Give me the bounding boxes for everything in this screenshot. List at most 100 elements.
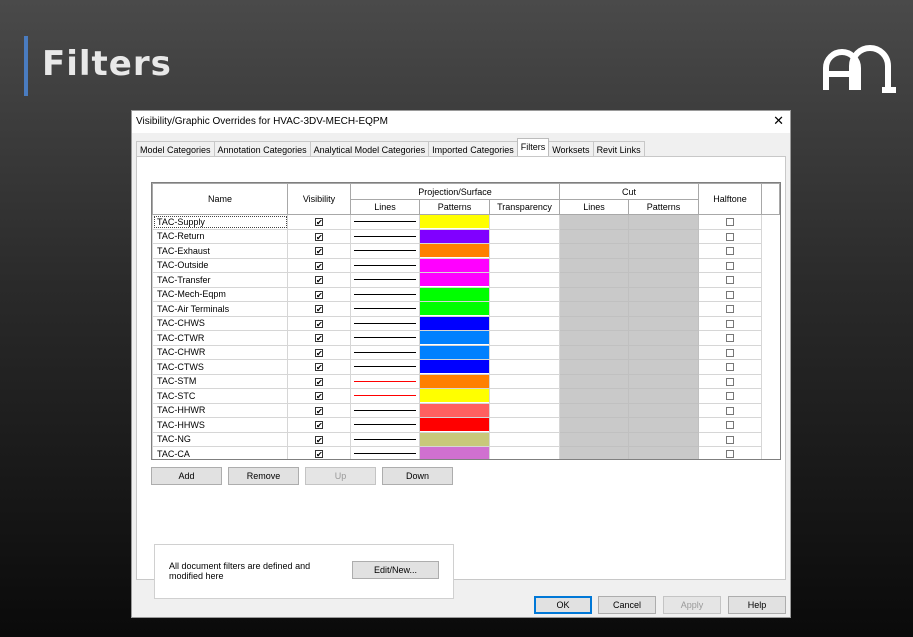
- filter-row[interactable]: TAC-NG ✔: [152, 431, 780, 447]
- transparency-cell[interactable]: [489, 417, 560, 433]
- transparency-cell[interactable]: [489, 228, 560, 244]
- halftone-checkbox[interactable]: [698, 228, 762, 244]
- help-button[interactable]: Help: [728, 596, 786, 614]
- transparency-cell[interactable]: [489, 272, 560, 288]
- halftone-check-icon[interactable]: [726, 232, 734, 241]
- apply-button[interactable]: Apply: [663, 596, 721, 614]
- halftone-checkbox[interactable]: [698, 344, 762, 360]
- halftone-check-icon[interactable]: [726, 435, 734, 444]
- projection-lines-cell[interactable]: [350, 402, 420, 418]
- halftone-check-icon[interactable]: [726, 421, 734, 430]
- halftone-check-icon[interactable]: [726, 305, 734, 314]
- projection-lines-cell[interactable]: [350, 272, 420, 288]
- filter-name[interactable]: TAC-CHWR: [152, 344, 288, 360]
- transparency-cell[interactable]: [489, 330, 560, 346]
- projection-patterns-cell[interactable]: [419, 431, 490, 447]
- projection-patterns-cell[interactable]: [419, 257, 490, 273]
- tab-filters[interactable]: Filters: [516, 138, 550, 157]
- transparency-cell[interactable]: [489, 214, 560, 230]
- filter-name[interactable]: TAC-STM: [152, 373, 288, 389]
- filter-name[interactable]: TAC-CTWS: [152, 359, 288, 375]
- halftone-checkbox[interactable]: [698, 272, 762, 288]
- halftone-check-icon[interactable]: [726, 392, 734, 401]
- visibility-check-icon[interactable]: ✔: [315, 290, 323, 299]
- visibility-check-icon[interactable]: ✔: [315, 435, 323, 444]
- transparency-cell[interactable]: [489, 373, 560, 389]
- projection-patterns-cell[interactable]: [419, 243, 490, 259]
- halftone-check-icon[interactable]: [726, 319, 734, 328]
- header-visibility[interactable]: Visibility: [287, 183, 351, 215]
- close-icon[interactable]: ✕: [773, 113, 784, 129]
- filter-name[interactable]: TAC-Air Terminals: [152, 301, 288, 317]
- projection-patterns-cell[interactable]: [419, 228, 490, 244]
- transparency-cell[interactable]: [489, 286, 560, 302]
- halftone-checkbox[interactable]: [698, 388, 762, 404]
- visibility-check-icon[interactable]: ✔: [315, 232, 323, 241]
- visibility-checkbox[interactable]: ✔: [287, 315, 351, 331]
- filter-row[interactable]: TAC-CHWS ✔: [152, 315, 780, 331]
- projection-lines-cell[interactable]: [350, 301, 420, 317]
- projection-lines-cell[interactable]: [350, 286, 420, 302]
- projection-patterns-cell[interactable]: [419, 214, 490, 230]
- visibility-checkbox[interactable]: ✔: [287, 431, 351, 447]
- filter-name[interactable]: TAC-CTWR: [152, 330, 288, 346]
- halftone-checkbox[interactable]: [698, 373, 762, 389]
- filter-row[interactable]: TAC-CTWS ✔: [152, 359, 780, 375]
- halftone-checkbox[interactable]: [698, 417, 762, 433]
- filter-row[interactable]: TAC-Outside ✔: [152, 257, 780, 273]
- visibility-checkbox[interactable]: ✔: [287, 272, 351, 288]
- halftone-check-icon[interactable]: [726, 377, 734, 386]
- visibility-check-icon[interactable]: ✔: [315, 218, 323, 227]
- projection-patterns-cell[interactable]: [419, 402, 490, 418]
- visibility-check-icon[interactable]: ✔: [315, 348, 323, 357]
- projection-lines-cell[interactable]: [350, 243, 420, 259]
- projection-lines-cell[interactable]: [350, 431, 420, 447]
- projection-lines-cell[interactable]: [350, 359, 420, 375]
- visibility-checkbox[interactable]: ✔: [287, 344, 351, 360]
- visibility-checkbox[interactable]: ✔: [287, 402, 351, 418]
- visibility-checkbox[interactable]: ✔: [287, 243, 351, 259]
- projection-lines-cell[interactable]: [350, 446, 420, 459]
- transparency-cell[interactable]: [489, 359, 560, 375]
- filter-row[interactable]: TAC-CTWR ✔: [152, 330, 780, 346]
- transparency-cell[interactable]: [489, 388, 560, 404]
- header-name[interactable]: Name: [152, 183, 288, 215]
- projection-patterns-cell[interactable]: [419, 359, 490, 375]
- filter-name[interactable]: TAC-CHWS: [152, 315, 288, 331]
- projection-lines-cell[interactable]: [350, 315, 420, 331]
- projection-lines-cell[interactable]: [350, 214, 420, 230]
- visibility-check-icon[interactable]: ✔: [315, 421, 323, 430]
- filter-name[interactable]: TAC-Mech-Eqpm: [152, 286, 288, 302]
- filter-row[interactable]: TAC-CHWR ✔: [152, 344, 780, 360]
- projection-lines-cell[interactable]: [350, 330, 420, 346]
- visibility-check-icon[interactable]: ✔: [315, 392, 323, 401]
- filter-name[interactable]: TAC-Transfer: [152, 272, 288, 288]
- transparency-cell[interactable]: [489, 402, 560, 418]
- transparency-cell[interactable]: [489, 301, 560, 317]
- halftone-check-icon[interactable]: [726, 276, 734, 285]
- projection-lines-cell[interactable]: [350, 228, 420, 244]
- cancel-button[interactable]: Cancel: [598, 596, 656, 614]
- halftone-check-icon[interactable]: [726, 247, 734, 256]
- visibility-check-icon[interactable]: ✔: [315, 276, 323, 285]
- projection-patterns-cell[interactable]: [419, 417, 490, 433]
- filter-row[interactable]: TAC-STC ✔: [152, 388, 780, 404]
- visibility-check-icon[interactable]: ✔: [315, 334, 323, 343]
- halftone-checkbox[interactable]: [698, 359, 762, 375]
- visibility-check-icon[interactable]: ✔: [315, 406, 323, 415]
- edit-new-button[interactable]: Edit/New...: [352, 561, 439, 579]
- halftone-checkbox[interactable]: [698, 315, 762, 331]
- filter-row[interactable]: TAC-Air Terminals ✔: [152, 301, 780, 317]
- transparency-cell[interactable]: [489, 344, 560, 360]
- projection-patterns-cell[interactable]: [419, 344, 490, 360]
- transparency-cell[interactable]: [489, 315, 560, 331]
- halftone-check-icon[interactable]: [726, 450, 734, 459]
- visibility-checkbox[interactable]: ✔: [287, 417, 351, 433]
- filter-name[interactable]: TAC-HHWS: [152, 417, 288, 433]
- filter-name[interactable]: TAC-Exhaust: [152, 243, 288, 259]
- visibility-check-icon[interactable]: ✔: [315, 363, 323, 372]
- halftone-check-icon[interactable]: [726, 334, 734, 343]
- visibility-check-icon[interactable]: ✔: [315, 305, 323, 314]
- visibility-checkbox[interactable]: ✔: [287, 446, 351, 459]
- halftone-checkbox[interactable]: [698, 330, 762, 346]
